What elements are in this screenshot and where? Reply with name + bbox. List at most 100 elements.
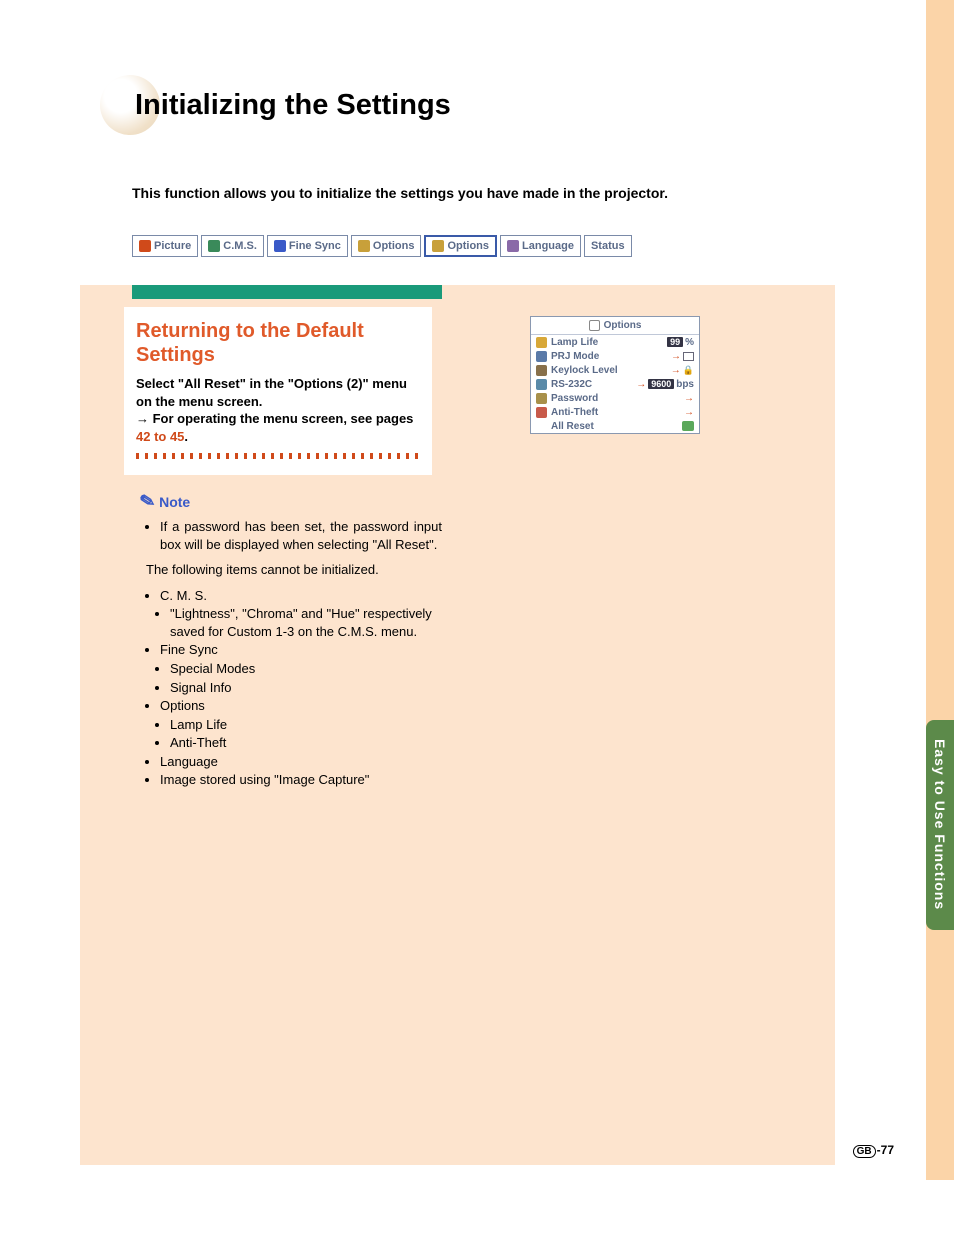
tab-label: Language xyxy=(522,240,574,252)
arrow-icon: → xyxy=(636,379,646,390)
dotted-divider xyxy=(136,453,420,459)
tab-icon xyxy=(358,240,370,252)
value-badge: 99 xyxy=(667,337,683,347)
list-item: Language xyxy=(160,753,442,771)
menu-tab-picture[interactable]: Picture xyxy=(132,235,198,257)
arrow-icon: → xyxy=(671,365,681,376)
options-row-value: 99% xyxy=(667,337,694,348)
note-label: Note xyxy=(159,494,190,510)
options-row-icon xyxy=(536,351,547,362)
page-reference-link[interactable]: 42 to 45 xyxy=(136,429,184,444)
list-item: Image stored using "Image Capture" xyxy=(160,771,442,789)
menu-tab-options[interactable]: Options xyxy=(424,235,497,257)
options-row: Anti-Theft → xyxy=(531,405,699,419)
reset-icon xyxy=(682,421,694,431)
list-item: Lamp Life xyxy=(170,716,442,734)
menu-tab-bar: Picture C.M.S. Fine Sync Options Options Lang… xyxy=(132,235,632,257)
list-item: Signal Info xyxy=(170,679,442,697)
left-column: Returning to the Default Settings Select… xyxy=(132,285,442,790)
options-row: All Reset xyxy=(531,419,699,433)
options-row-icon xyxy=(536,337,547,348)
section-heading: Returning to the Default Settings xyxy=(136,319,420,367)
value-suffix: % xyxy=(685,337,694,348)
menu-tab-status[interactable]: Status xyxy=(584,235,632,257)
side-tab-label: Easy to Use Functions xyxy=(932,739,948,910)
right-margin-bar xyxy=(926,0,954,1180)
options-row-label: RS-232C xyxy=(551,379,632,390)
instruction-line-2-prefix: → For operating the menu screen, see pag… xyxy=(136,411,413,426)
tab-icon xyxy=(432,240,444,252)
note-bullet: If a password has been set, the password… xyxy=(160,518,442,553)
tab-label: Options xyxy=(373,240,415,252)
arrow-icon: → xyxy=(671,351,681,362)
tab-icon xyxy=(507,240,519,252)
menu-tab-finesync[interactable]: Fine Sync xyxy=(267,235,348,257)
menu-tab-options[interactable]: Options xyxy=(351,235,422,257)
projector-icon xyxy=(683,352,694,361)
options-row-label: Password xyxy=(551,393,680,404)
options-row: PRJ Mode → xyxy=(531,349,699,363)
section-side-tab: Easy to Use Functions xyxy=(926,720,954,930)
cannot-init-list: C. M. S. "Lightness", "Chroma" and "Hue"… xyxy=(160,587,442,789)
options-row-icon xyxy=(536,421,547,432)
tab-icon xyxy=(274,240,286,252)
options-header-icon xyxy=(589,320,600,331)
list-item: Fine Sync Special Modes Signal Info xyxy=(160,641,442,696)
options-row: RS-232C →9600bps xyxy=(531,377,699,391)
options-row-value: → xyxy=(684,393,694,404)
instruction-suffix: . xyxy=(184,429,188,444)
options-row-value xyxy=(682,421,694,431)
list-item: Anti-Theft xyxy=(170,734,442,752)
section-divider-bar xyxy=(132,285,442,299)
options-row: Keylock Level →🔒 xyxy=(531,363,699,377)
tab-label: Options xyxy=(447,240,489,252)
options-row-label: Keylock Level xyxy=(551,365,667,376)
options-row-label: PRJ Mode xyxy=(551,351,667,362)
list-item: Special Modes xyxy=(170,660,442,678)
options-row-icon xyxy=(536,393,547,404)
page-title: Initializing the Settings xyxy=(135,89,451,122)
list-item: "Lightness", "Chroma" and "Hue" respecti… xyxy=(170,605,442,640)
page-number: -77 xyxy=(877,1143,894,1157)
options-row-value: →🔒 xyxy=(671,365,694,376)
options-row: Password → xyxy=(531,391,699,405)
list-item: C. M. S. "Lightness", "Chroma" and "Hue"… xyxy=(160,587,442,641)
tab-icon xyxy=(139,240,151,252)
instruction-text: Select "All Reset" in the "Options (2)" … xyxy=(136,375,420,445)
note-heading: ✎ Note xyxy=(140,491,442,512)
options-row-icon xyxy=(536,379,547,390)
note-body: If a password has been set, the password… xyxy=(146,518,442,789)
instruction-line-1: Select "All Reset" in the "Options (2)" … xyxy=(136,376,407,409)
lock-icon: 🔒 xyxy=(683,365,694,376)
menu-tab-cms[interactable]: C.M.S. xyxy=(201,235,264,257)
options-row-icon xyxy=(536,365,547,376)
options-row-label: Anti-Theft xyxy=(551,407,680,418)
options-row-label: All Reset xyxy=(551,421,678,432)
arrow-icon: → xyxy=(684,407,694,418)
value-suffix: bps xyxy=(676,379,694,390)
arrow-icon: → xyxy=(684,393,694,404)
options-row: Lamp Life 99% xyxy=(531,335,699,349)
menu-tab-language[interactable]: Language xyxy=(500,235,581,257)
options-row-value: →9600bps xyxy=(636,379,694,390)
intro-text: This function allows you to initialize t… xyxy=(132,185,668,201)
tab-label: Picture xyxy=(154,240,191,252)
options-row-label: Lamp Life xyxy=(551,337,663,348)
page-footer: GB-77 xyxy=(853,1143,894,1157)
options-row-value: → xyxy=(671,351,694,362)
options-row-icon xyxy=(536,407,547,418)
tab-label: Fine Sync xyxy=(289,240,341,252)
cannot-init-intro: The following items cannot be initialize… xyxy=(146,561,442,579)
tab-icon xyxy=(208,240,220,252)
tab-label: C.M.S. xyxy=(223,240,257,252)
options-row-value: → xyxy=(684,407,694,418)
page-title-wrap: Initializing the Settings xyxy=(100,75,451,135)
list-item: Options Lamp Life Anti-Theft xyxy=(160,697,442,752)
instruction-box: Returning to the Default Settings Select… xyxy=(124,307,432,475)
value-badge: 9600 xyxy=(648,379,674,389)
options-menu-header: Options xyxy=(531,317,699,335)
tab-label: Status xyxy=(591,240,625,252)
note-pencil-icon: ✎ xyxy=(138,490,157,514)
region-badge: GB xyxy=(853,1145,876,1158)
options-menu-screenshot: Options Lamp Life99%PRJ Mode→Keylock Lev… xyxy=(530,316,700,434)
